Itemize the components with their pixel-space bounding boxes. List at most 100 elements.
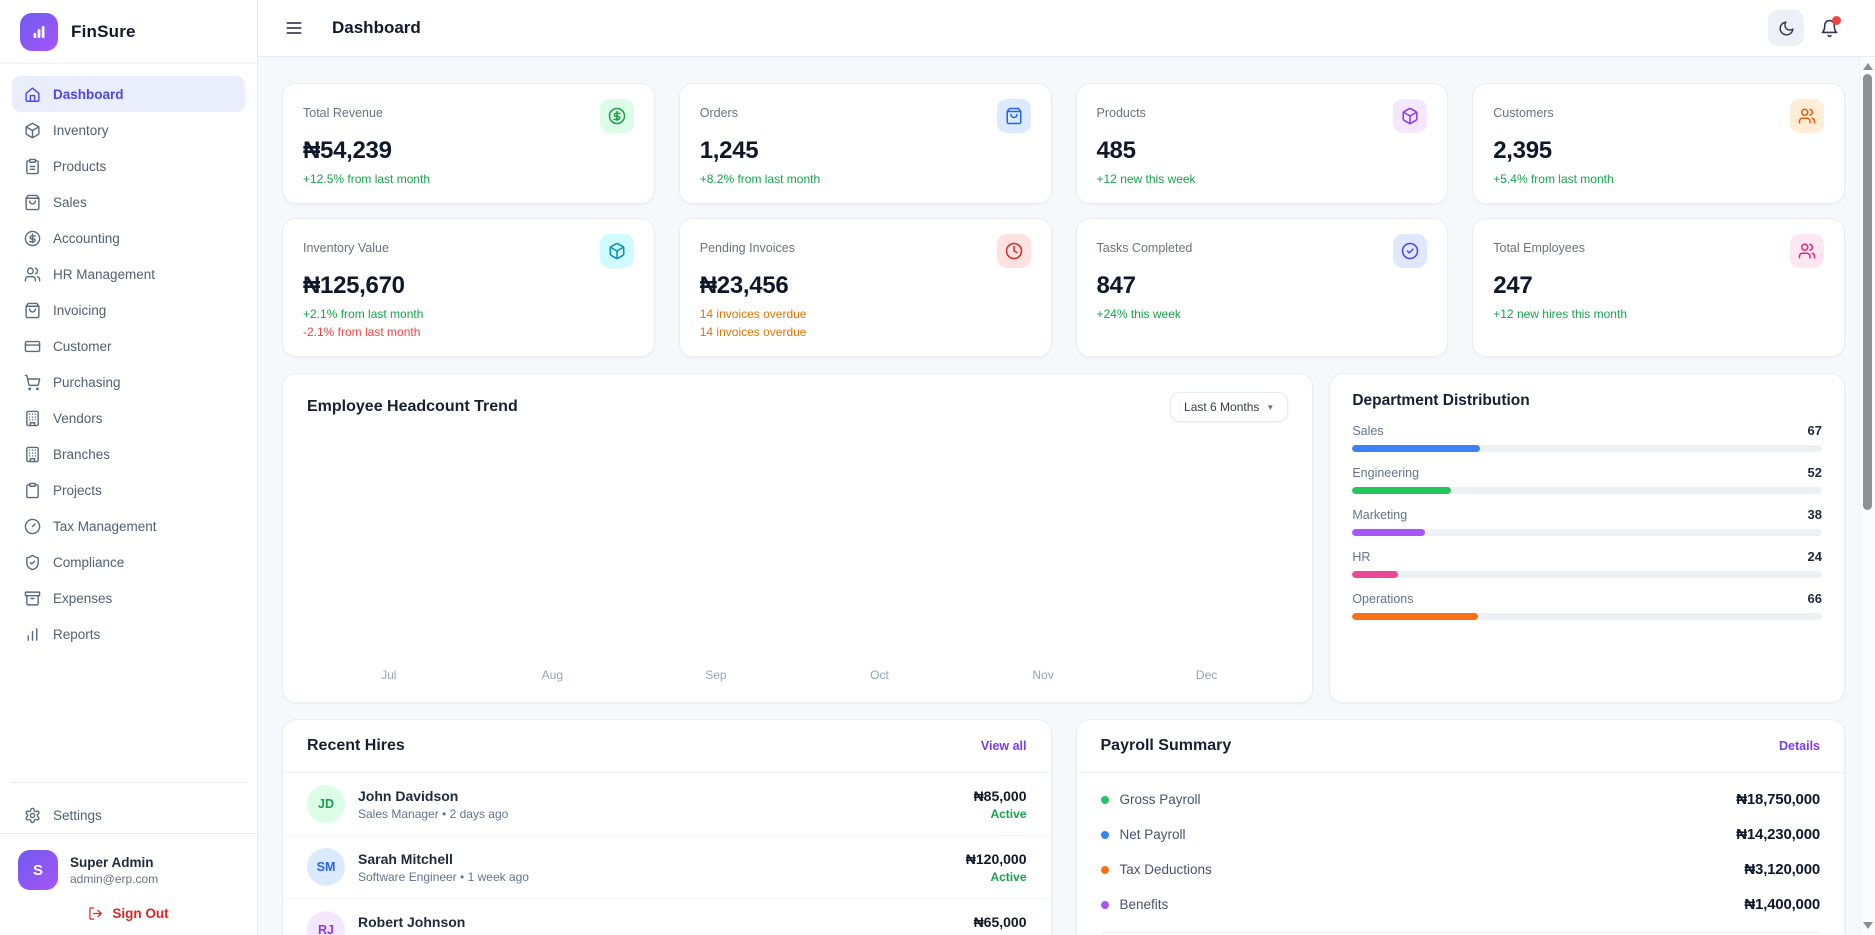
- scrollbar-thumb[interactable]: [1863, 74, 1872, 510]
- sidebar-item-settings[interactable]: Settings: [12, 797, 245, 833]
- hire-row-sarah-mitchell[interactable]: SMSarah MitchellSoftware Engineer • 1 we…: [283, 836, 1051, 899]
- payroll-row-benefits: Benefits₦1,400,000: [1077, 887, 1845, 922]
- recent-hires-list: JDJohn DavidsonSales Manager • 2 days ag…: [283, 773, 1051, 935]
- shopping-bag-icon: [24, 194, 41, 211]
- stat-label: Pending Invoices: [700, 234, 795, 255]
- archive-icon: [24, 590, 41, 607]
- department-bar-track: [1352, 487, 1822, 494]
- sidebar-item-branches[interactable]: Branches: [12, 436, 245, 472]
- sidebar-divider: [10, 782, 247, 783]
- hire-row-robert-johnson[interactable]: RJRobert JohnsonMarketing Specialist • 2…: [283, 899, 1051, 935]
- gear-icon: [24, 807, 41, 824]
- stat-subtext: +12 new this week: [1097, 172, 1428, 186]
- sidebar-item-invoicing[interactable]: Invoicing: [12, 292, 245, 328]
- shopping-cart-icon: [24, 374, 41, 391]
- sidebar-item-label: Dashboard: [53, 87, 124, 102]
- chart-month-axis: JulAugSepOctNovDec: [307, 668, 1288, 684]
- stat-card-inventory-value: Inventory Value₦125,670+2.1% from last m…: [282, 218, 655, 357]
- sidebar-item-reports[interactable]: Reports: [12, 616, 245, 652]
- check-circle-icon: [1393, 234, 1427, 268]
- payroll-rows: Gross Payroll₦18,750,000Net Payroll₦14,2…: [1077, 773, 1845, 922]
- package-icon: [1393, 99, 1427, 133]
- stat-value: ₦125,670: [303, 272, 634, 300]
- payroll-value: ₦18,750,000: [1736, 791, 1820, 808]
- department-bar-track: [1352, 613, 1822, 620]
- scrollbar-down-arrow[interactable]: [1863, 922, 1873, 929]
- hire-row-john-davidson[interactable]: JDJohn DavidsonSales Manager • 2 days ag…: [283, 773, 1051, 836]
- user-email: admin@erp.com: [70, 872, 158, 886]
- stat-subtext: +12.5% from last month: [303, 172, 634, 186]
- bottom-row: Recent Hires View all JDJohn DavidsonSal…: [282, 719, 1845, 935]
- sidebar-item-compliance[interactable]: Compliance: [12, 544, 245, 580]
- hire-status-badge: Active: [974, 807, 1027, 821]
- hire-salary: ₦85,000: [974, 788, 1027, 804]
- department-name: Marketing: [1352, 508, 1407, 522]
- avatar: RJ: [307, 911, 345, 935]
- department-name: Sales: [1352, 424, 1383, 438]
- legend-dot-icon: [1101, 831, 1109, 839]
- home-icon: [24, 86, 41, 103]
- department-title: Department Distribution: [1352, 392, 1822, 410]
- sidebar-item-projects[interactable]: Projects: [12, 472, 245, 508]
- stat-label: Customers: [1493, 99, 1553, 120]
- department-count: 67: [1808, 423, 1822, 438]
- legend-dot-icon: [1101, 901, 1109, 909]
- avatar: JD: [307, 785, 345, 823]
- menu-icon[interactable]: [284, 18, 304, 38]
- sidebar-item-hr-management[interactable]: HR Management: [12, 256, 245, 292]
- payroll-label: Tax Deductions: [1120, 862, 1212, 877]
- user-name: Super Admin: [70, 855, 158, 870]
- month-tick: Nov: [961, 668, 1125, 682]
- stat-subtext: +2.1% from last month: [303, 307, 634, 321]
- sign-out-button[interactable]: Sign Out: [18, 906, 239, 921]
- bar-chart-icon: [24, 626, 41, 643]
- recent-hires-card: Recent Hires View all JDJohn DavidsonSal…: [282, 719, 1052, 935]
- stat-subtext: 14 invoices overdue: [700, 325, 1031, 339]
- details-link[interactable]: Details: [1779, 739, 1820, 753]
- sidebar-item-label: Invoicing: [53, 303, 106, 318]
- legend-dot-icon: [1101, 866, 1109, 874]
- sidebar-item-expenses[interactable]: Expenses: [12, 580, 245, 616]
- hire-meta: Software Engineer • 1 week ago: [358, 870, 529, 884]
- dark-mode-toggle[interactable]: [1768, 10, 1804, 46]
- recent-hires-title: Recent Hires: [307, 737, 405, 755]
- sidebar-item-tax-management[interactable]: Tax Management: [12, 508, 245, 544]
- sidebar-item-vendors[interactable]: Vendors: [12, 400, 245, 436]
- chart-range-select[interactable]: Last 6 Months ▼: [1170, 392, 1288, 422]
- stat-subtext: +8.2% from last month: [700, 172, 1031, 186]
- payroll-row-tax-deductions: Tax Deductions ₦3,120,000: [1077, 852, 1845, 887]
- department-distribution-card: Department Distribution Sales 67 Engineeri…: [1329, 373, 1845, 703]
- sidebar-item-label: HR Management: [53, 267, 155, 282]
- stat-label: Products: [1097, 99, 1146, 120]
- department-bar-track: [1352, 571, 1822, 578]
- view-all-link[interactable]: View all: [981, 739, 1027, 753]
- payroll-label: Benefits: [1120, 897, 1169, 912]
- sidebar-item-products[interactable]: Products: [12, 148, 245, 184]
- brand-logo-icon: [20, 13, 58, 51]
- sidebar-item-sales[interactable]: Sales: [12, 184, 245, 220]
- sidebar-item-dashboard[interactable]: Dashboard: [12, 76, 245, 112]
- payroll-row-net-payroll: Net Payroll₦14,230,000: [1077, 817, 1845, 852]
- department-row-engineering: Engineering52: [1352, 465, 1822, 494]
- month-tick: Oct: [798, 668, 962, 682]
- stat-card-customers: Customers2,395+5.4% from last month: [1472, 83, 1845, 204]
- department-count: 38: [1808, 507, 1822, 522]
- stat-subtext: 14 invoices overdue: [700, 307, 1031, 321]
- sidebar-item-customer[interactable]: Customer: [12, 328, 245, 364]
- stat-card-orders: Orders1,245+8.2% from last month: [679, 83, 1052, 204]
- sidebar-item-purchasing[interactable]: Purchasing: [12, 364, 245, 400]
- user-row[interactable]: S Super Admin admin@erp.com: [18, 850, 239, 890]
- building-icon: [24, 446, 41, 463]
- payroll-value: ₦3,120,000: [1744, 861, 1820, 878]
- sidebar-item-label: Projects: [53, 483, 102, 498]
- scrollbar-up-arrow[interactable]: [1863, 63, 1873, 70]
- sidebar-item-label: Customer: [53, 339, 112, 354]
- sidebar-item-inventory[interactable]: Inventory: [12, 112, 245, 148]
- payroll-title: Payroll Summary: [1101, 737, 1232, 755]
- app-root: FinSure DashboardInventoryProductsSalesA…: [0, 0, 1875, 935]
- sidebar-item-accounting[interactable]: Accounting: [12, 220, 245, 256]
- legend-dot-icon: [1101, 796, 1109, 804]
- notifications-button[interactable]: [1820, 19, 1839, 38]
- sidebar-settings-group: Settings: [0, 768, 257, 833]
- department-row-marketing: Marketing 38: [1352, 507, 1822, 536]
